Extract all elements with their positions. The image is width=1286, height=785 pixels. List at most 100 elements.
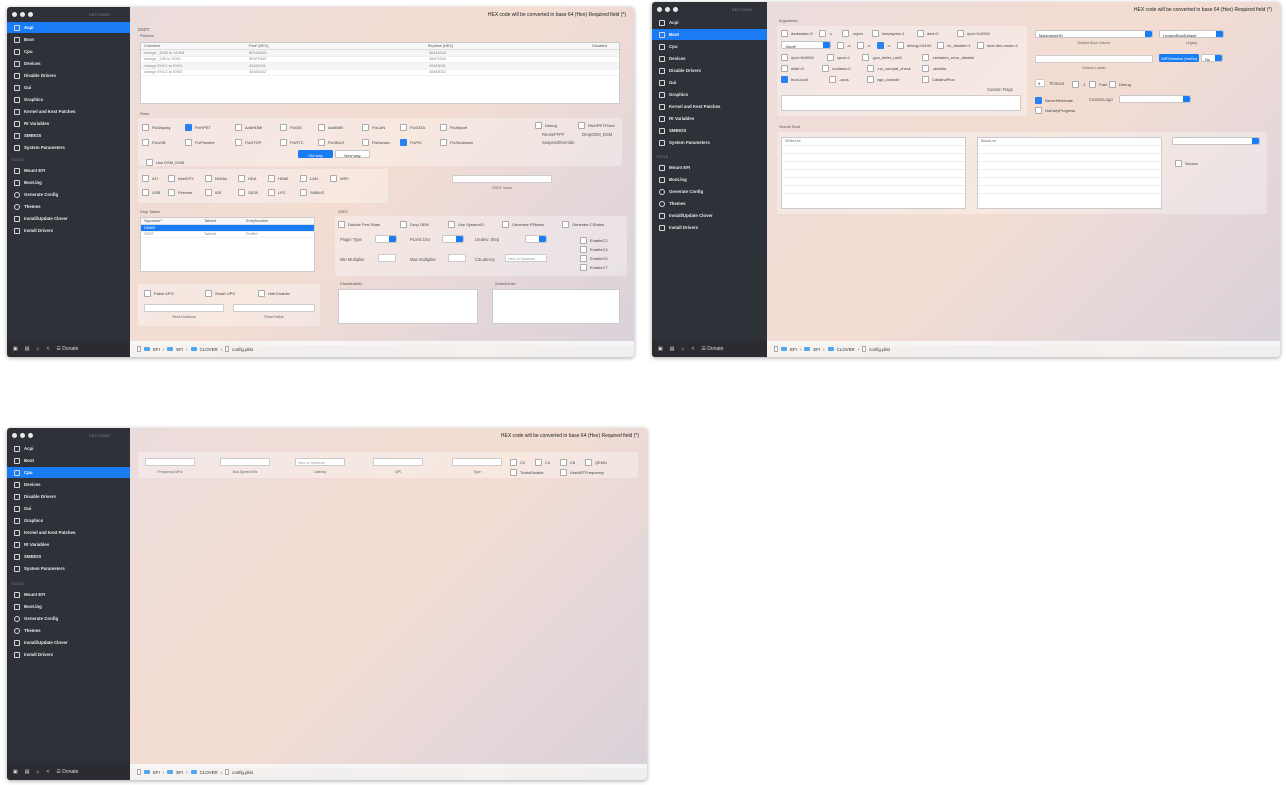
white-list[interactable]: WhiteList <box>781 137 966 209</box>
arg-checkbox-verbose[interactable]: -v <box>877 42 890 49</box>
new-way-button[interactable]: New way <box>335 150 370 158</box>
sidebar-item-devices[interactable]: Devices <box>7 479 130 490</box>
minimize-button[interactable] <box>20 12 25 17</box>
sidebar-item-gui[interactable]: Gui <box>7 503 130 514</box>
tool-mount-efi[interactable]: Mount EFI <box>652 162 767 173</box>
tool-generate-config[interactable]: Generate Config <box>7 189 130 200</box>
sidebar-item-disable-drivers[interactable]: Disable Drivers <box>7 70 130 81</box>
old-way-button[interactable]: Old way <box>298 150 333 158</box>
sidebar-item-gui[interactable]: Gui <box>652 77 767 88</box>
share-icon[interactable]: < <box>47 346 50 352</box>
generate-cstates-checkbox[interactable]: Generate CStates <box>562 221 604 228</box>
save-icon[interactable]: ▤ <box>25 346 30 352</box>
timeout-input[interactable]: 5 <box>1035 79 1045 87</box>
fix-hpet-checkbox[interactable]: FixHPET <box>185 124 211 131</box>
sidebar-item-disable-drivers[interactable]: Disable Drivers <box>652 65 767 76</box>
open-icon[interactable]: ▣ <box>658 346 663 352</box>
tool-boot-log[interactable]: Boot.log <box>7 177 130 188</box>
c4-checkbox[interactable]: C4 <box>535 459 550 466</box>
ati-checkbox[interactable]: ATI <box>142 175 158 182</box>
sorted-order-list[interactable] <box>492 289 620 324</box>
drop-tables-table[interactable]: Signature* TableId EntryNumber DMAR SSDT Ta… <box>140 217 315 272</box>
home-icon[interactable]: ⌂ <box>681 346 684 352</box>
arg-checkbox[interactable]: -cpus <box>829 76 849 83</box>
arg-checkbox[interactable]: cpus=1 <box>827 54 850 61</box>
arg-checkbox[interactable]: -s <box>837 42 850 49</box>
max-multiplier-input[interactable] <box>448 254 466 262</box>
use-art-frequency-checkbox[interactable]: UseARTFrequency <box>560 469 604 476</box>
tool-install-drivers[interactable]: Install Drivers <box>7 225 130 236</box>
tool-install-drivers[interactable]: Install Drivers <box>7 649 130 660</box>
fix-airport-checkbox[interactable]: FixAirport <box>440 124 467 131</box>
sidebar-item-system-parameters[interactable]: System Parameters <box>652 137 767 148</box>
tool-mount-efi[interactable]: Mount EFI <box>7 589 130 600</box>
sidebar-item-rt-variables[interactable]: Rt Variables <box>7 118 130 129</box>
timeout-never-checkbox[interactable]: -1 <box>1072 81 1086 88</box>
sidebar-item-acpi[interactable]: Acpi <box>652 17 767 28</box>
sata-checkbox[interactable]: SATA <box>238 189 258 196</box>
sidebar-item-cpu[interactable]: Cpu <box>7 46 130 57</box>
tool-generate-config[interactable]: Generate Config <box>7 613 130 624</box>
sidebar-item-acpi[interactable]: Acpi <box>7 22 130 33</box>
close-button[interactable] <box>12 12 17 17</box>
donate-button[interactable]: ☰ Donate <box>56 346 78 352</box>
open-icon[interactable]: ▣ <box>13 346 18 352</box>
donate-button[interactable]: ☰ Donate <box>701 346 723 352</box>
double-first-state-checkbox[interactable]: Double First State <box>338 221 380 228</box>
arg-checkbox[interactable]: npci=0x3000 <box>781 54 814 61</box>
custom-flags-input[interactable] <box>781 95 1021 111</box>
arg-checkbox[interactable]: -alcbeta <box>922 65 946 72</box>
sidebar-item-smbios[interactable]: SMBIOS <box>652 125 767 136</box>
save-icon[interactable]: ▤ <box>670 346 675 352</box>
fix-pic-checkbox[interactable]: FixPIC <box>400 139 422 146</box>
qemu-checkbox[interactable]: QEMU <box>585 459 607 466</box>
donate-button[interactable]: ☰ Donate <box>56 769 78 775</box>
generate-pstates-checkbox[interactable]: Generate PStates <box>502 221 544 228</box>
close-button[interactable] <box>657 7 662 12</box>
smbus-checkbox[interactable]: SMBUS <box>300 189 324 196</box>
sidebar-item-smbios[interactable]: SMBIOS <box>7 551 130 562</box>
firewire-checkbox[interactable]: Firewire <box>168 189 192 196</box>
enable-c4-checkbox[interactable]: EnableC4 <box>580 246 608 253</box>
zoom-button[interactable] <box>28 433 33 438</box>
fix-rtc-checkbox[interactable]: FixRTC <box>280 139 303 146</box>
secure-boot-policy-select[interactable] <box>1172 137 1260 145</box>
never-hibernate-checkbox[interactable]: NeverHibernate <box>1035 97 1073 104</box>
patch-apic-checkbox[interactable]: Patch APIC <box>144 290 174 297</box>
patches-table[interactable]: Comment Find* [HEX] Replace [HEX] Disabl… <box>140 42 620 104</box>
arg-checkbox[interactable]: keepsyms=1 <box>872 30 905 37</box>
tool-themes[interactable]: Themes <box>652 198 767 209</box>
sidebar-item-kernel-kext[interactable]: Kernel and Kext Patches <box>7 106 130 117</box>
sidebar-item-cpu[interactable]: Cpu <box>7 467 130 478</box>
legacy-select[interactable]: LegacyBiosDefault <box>1159 30 1224 38</box>
use-dsm-checkbox[interactable]: Use DSM_DSM <box>146 159 184 166</box>
hdmi-checkbox[interactable]: HDMI <box>268 175 288 182</box>
arg-checkbox[interactable]: dart=0 <box>917 30 938 37</box>
bus-speed-input[interactable] <box>220 458 270 466</box>
no-early-progress-checkbox[interactable]: NoEarlyProgress <box>1035 107 1075 114</box>
arg-checkbox[interactable]: debug=0x100 <box>897 42 931 49</box>
arg-checkbox[interactable]: slide=0 <box>781 65 804 72</box>
fix-dtgp-checkbox[interactable]: FixDTGP <box>235 139 261 146</box>
hda-checkbox[interactable]: HDA <box>238 175 256 182</box>
sidebar-item-boot[interactable]: Boot <box>652 29 767 40</box>
reset-address-input[interactable] <box>144 304 224 312</box>
arg-checkbox[interactable]: CatalinaPlus <box>922 76 954 83</box>
lan-checkbox[interactable]: LAN <box>300 175 318 182</box>
type-input[interactable] <box>452 458 502 466</box>
custom-logo-select[interactable] <box>1119 95 1191 103</box>
arg-checkbox[interactable]: kext-dev-mode=1 <box>977 42 1018 49</box>
arg-checkbox[interactable]: -x <box>857 42 870 49</box>
smart-ups-checkbox[interactable]: Smart UPS <box>205 290 235 297</box>
sidebar-item-system-parameters[interactable]: System Parameters <box>7 563 130 574</box>
lpc-checkbox[interactable]: LPC <box>268 189 286 196</box>
enable-c2-checkbox[interactable]: EnableC2 <box>580 237 608 244</box>
tool-themes[interactable]: Themes <box>7 625 130 636</box>
fast-checkbox[interactable]: Fast <box>1089 81 1107 88</box>
args-select[interactable]: -liluoff <box>781 41 831 49</box>
use-system-io-checkbox[interactable]: Use SystemIO <box>448 221 484 228</box>
fix-display-checkbox[interactable]: FixDisplay <box>142 124 170 131</box>
sidebar-item-boot[interactable]: Boot <box>7 455 130 466</box>
zoom-button[interactable] <box>673 7 678 12</box>
enable-c6-checkbox[interactable]: EnableC6 <box>580 255 608 262</box>
